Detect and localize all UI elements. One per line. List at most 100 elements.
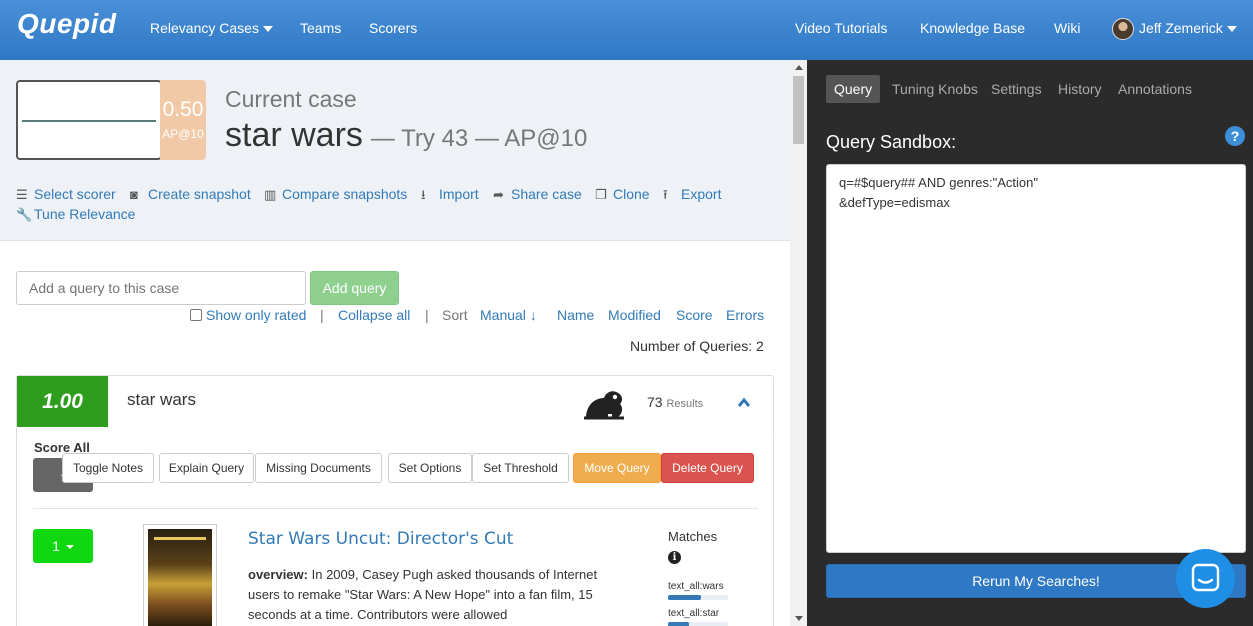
compare-snapshots-label: Compare snapshots <box>282 186 408 202</box>
show-only-rated-toggle[interactable]: Show only rated <box>190 307 306 323</box>
nav-scorers[interactable]: Scorers <box>369 20 417 36</box>
query-details: - Score All Toggle Notes Explain Query M… <box>16 434 774 626</box>
tab-annotations[interactable]: Annotations <box>1110 75 1200 103</box>
doc-desc-label: overview: <box>248 567 308 582</box>
match-field-name: text_all:wars <box>668 581 724 592</box>
user-name: Jeff Zemerick <box>1139 20 1223 36</box>
case-header: 0.50 AP@10 Current case star wars — Try 4… <box>0 60 790 241</box>
query-sandbox-title: Query Sandbox: <box>826 132 957 152</box>
export-link[interactable]: ⭱ Export <box>663 186 721 208</box>
doc-poster-image <box>143 524 217 626</box>
scroll-down-arrow[interactable] <box>795 616 803 621</box>
chevron-up-icon[interactable] <box>737 396 751 410</box>
nav-video-tutorials[interactable]: Video Tutorials <box>795 20 887 36</box>
current-case-label: Current case <box>225 86 357 112</box>
results-count: 73 Results <box>647 394 703 410</box>
nav-relevancy-cases-label: Relevancy Cases <box>150 20 259 36</box>
results-label: Results <box>666 398 704 410</box>
avatar[interactable] <box>1112 18 1134 40</box>
tab-settings[interactable]: Settings <box>983 75 1050 103</box>
chat-launcher-button[interactable] <box>1176 549 1235 608</box>
top-navbar: Quepid Relevancy Cases Teams Scorers Vid… <box>0 0 1253 60</box>
select-scorer-link[interactable]: ☰ Select scorer <box>16 186 116 203</box>
case-title: star wars — Try 43 — AP@10 <box>225 116 587 155</box>
sort-label: Sort <box>442 307 468 323</box>
chat-icon <box>1191 563 1220 592</box>
tab-history[interactable]: History <box>1050 75 1110 103</box>
query-sandbox-textarea[interactable] <box>826 164 1246 553</box>
scroll-thumb[interactable] <box>793 76 804 144</box>
sort-name[interactable]: Name <box>557 307 594 323</box>
share-case-link[interactable]: ➦ Share case <box>493 186 582 203</box>
main-scrollbar[interactable] <box>790 60 807 626</box>
query-row[interactable]: 1.00 star wars 73 Results <box>16 375 774 435</box>
show-only-rated-checkbox[interactable] <box>190 309 202 321</box>
collapse-all-link[interactable]: Collapse all <box>338 307 410 323</box>
match-field-bar <box>668 622 728 626</box>
case-score-badge: 0.50 AP@10 <box>160 80 206 160</box>
nav-knowledge-base[interactable]: Knowledge Base <box>920 20 1025 36</box>
list-icon: ☰ <box>16 187 28 202</box>
case-name[interactable]: star wars <box>225 116 363 154</box>
chevron-down-icon <box>262 26 273 33</box>
delete-query-button[interactable]: Delete Query <box>661 453 754 483</box>
show-only-rated-label: Show only rated <box>206 307 307 323</box>
tab-query[interactable]: Query <box>826 75 881 103</box>
info-icon[interactable]: i <box>668 551 681 564</box>
main-pane: 0.50 AP@10 Current case star wars — Try 4… <box>0 60 790 626</box>
export-label: Export <box>681 186 722 202</box>
query-score: 1.00 <box>17 376 108 427</box>
clone-link[interactable]: ❐ Clone <box>595 186 650 203</box>
results-number: 73 <box>647 394 663 410</box>
set-options-button[interactable]: Set Options <box>388 453 472 483</box>
missing-documents-button[interactable]: Missing Documents <box>255 453 382 483</box>
add-query-button[interactable]: Add query <box>310 271 399 305</box>
nav-teams[interactable]: Teams <box>300 20 341 36</box>
move-query-button[interactable]: Move Query <box>573 453 661 483</box>
tab-tuning-knobs[interactable]: Tuning Knobs <box>884 75 986 103</box>
chevron-down-icon <box>1226 26 1237 33</box>
import-link[interactable]: ⭳ Import <box>421 186 479 208</box>
tune-relevance-link[interactable]: 🔧 Tune Relevance <box>16 206 135 223</box>
frog-icon[interactable] <box>582 386 626 422</box>
create-snapshot-link[interactable]: ◙ Create snapshot <box>130 186 251 202</box>
case-try: — Try 43 — AP@10 <box>370 125 588 152</box>
select-scorer-label: Select scorer <box>34 186 116 202</box>
doc-title-link[interactable]: Star Wars Uncut: Director's Cut <box>248 529 513 549</box>
create-snapshot-label: Create snapshot <box>148 186 251 202</box>
number-of-queries: Number of Queries: 2 <box>630 338 764 354</box>
tune-relevance-label: Tune Relevance <box>34 206 136 222</box>
chevron-down-icon <box>65 545 74 550</box>
wrench-icon: 🔧 <box>16 207 33 222</box>
add-query-input[interactable] <box>16 271 306 305</box>
set-threshold-button[interactable]: Set Threshold <box>472 453 569 483</box>
case-score-chart <box>16 80 162 160</box>
case-score-value: 0.50 <box>162 98 204 121</box>
sort-score[interactable]: Score <box>676 307 713 323</box>
sidebar-pane: Query Tuning Knobs Settings History Anno… <box>807 60 1253 626</box>
upload-icon: ⭱ <box>663 187 668 202</box>
copy-icon: ❐ <box>595 187 607 202</box>
scroll-up-arrow[interactable] <box>795 65 803 70</box>
share-icon: ➦ <box>493 187 504 202</box>
import-label: Import <box>439 186 479 202</box>
nav-wiki[interactable]: Wiki <box>1054 20 1080 36</box>
doc-rating-value: 1 <box>52 538 60 554</box>
sort-errors[interactable]: Errors <box>726 307 764 323</box>
query-text[interactable]: star wars <box>127 390 196 410</box>
compare-snapshots-link[interactable]: ▥ Compare snapshots <box>264 186 407 203</box>
bar-chart-icon: ▥ <box>264 187 277 202</box>
sort-modified[interactable]: Modified <box>608 307 661 323</box>
help-icon[interactable]: ? <box>1225 126 1245 146</box>
brand-logo[interactable]: Quepid <box>17 8 116 40</box>
matches-label: Matches <box>668 529 718 544</box>
explain-query-button[interactable]: Explain Query <box>159 453 254 483</box>
separator: | <box>320 307 324 323</box>
doc-description: overview: In 2009, Casey Pugh asked thou… <box>248 565 628 625</box>
nav-relevancy-cases[interactable]: Relevancy Cases <box>150 20 273 36</box>
sort-manual[interactable]: Manual ↓ <box>480 307 537 323</box>
nav-user-menu[interactable]: Jeff Zemerick <box>1139 20 1237 36</box>
doc-rating-dropdown[interactable]: 1 <box>33 529 93 563</box>
download-icon: ⭳ <box>421 187 426 202</box>
toggle-notes-button[interactable]: Toggle Notes <box>62 453 154 483</box>
